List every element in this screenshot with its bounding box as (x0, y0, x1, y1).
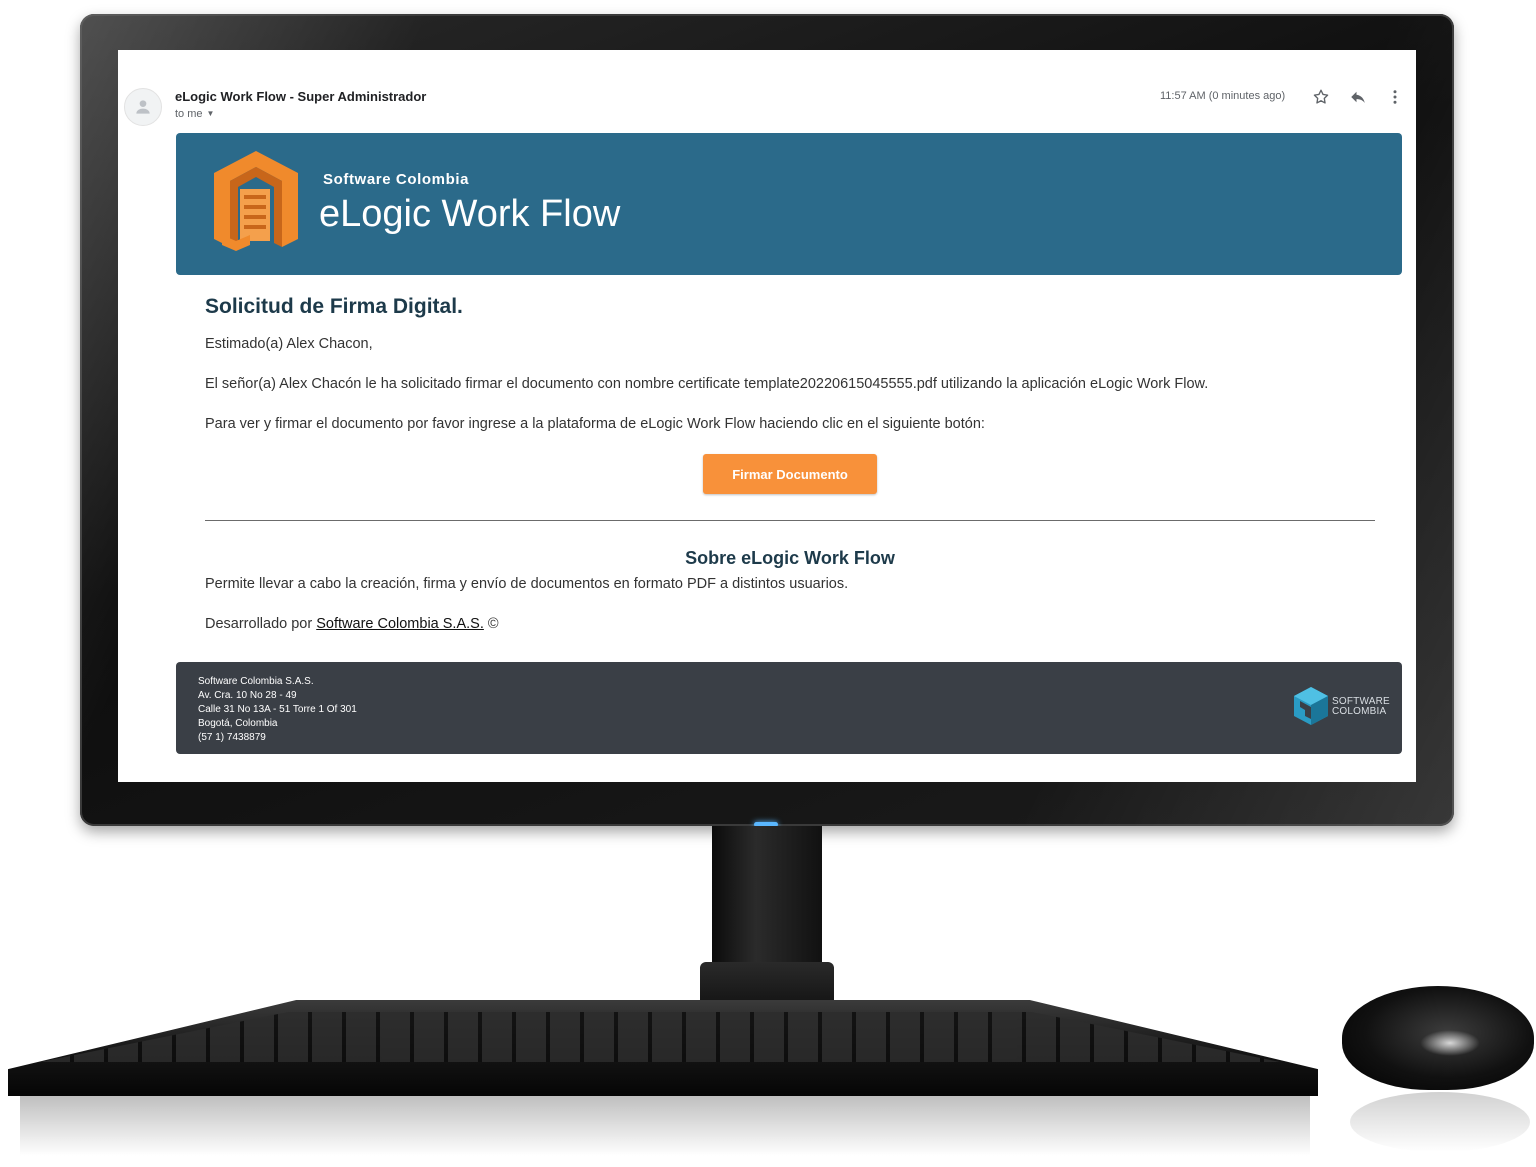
email-banner: Software Colombia eLogic Work Flow (176, 133, 1402, 275)
developer-link[interactable]: Software Colombia S.A.S. (316, 616, 484, 632)
star-button[interactable] (1310, 86, 1332, 108)
footer-line: Bogotá, Colombia (198, 718, 278, 729)
developed-by-line: Desarrollado por Software Colombia S.A.S… (205, 616, 499, 632)
about-description: Permite llevar a cabo la creación, firma… (205, 576, 849, 592)
sender-name[interactable]: eLogic Work Flow - Super Administrador (175, 89, 426, 104)
monitor-stand-neck (712, 826, 822, 976)
footer-line: (57 1) 7438879 (198, 732, 266, 743)
instruction-text: Para ver y firmar el documento por favor… (205, 416, 985, 432)
copyright-symbol: © (487, 616, 499, 632)
logo-text-line: COLOMBIA (1332, 706, 1387, 717)
mouse-reflection (1350, 1092, 1530, 1152)
chevron-down-icon: ▼ (206, 109, 215, 118)
about-title: Sobre eLogic Work Flow (685, 548, 895, 568)
recipient-details[interactable]: to me ▼ (175, 108, 214, 120)
greeting-text: Estimado(a) Alex Chacon, (205, 336, 373, 352)
email-timestamp: 11:57 AM (0 minutes ago) (1160, 90, 1286, 102)
email-title: Solicitud de Firma Digital. (205, 295, 463, 318)
banner-company-name: Software Colombia (323, 171, 470, 188)
footer-line: Av. Cra. 10 No 28 - 49 (198, 690, 297, 701)
more-options-button[interactable] (1384, 86, 1406, 108)
banner-product-name: eLogic Work Flow (319, 193, 621, 235)
footer-line: Software Colombia S.A.S. (198, 676, 314, 687)
software-colombia-logo: SOFTWARE COLOMBIA (1292, 685, 1390, 729)
footer-logo-text: SOFTWARE COLOMBIA (1332, 697, 1390, 717)
footer-address: Software Colombia S.A.S. Av. Cra. 10 No … (198, 675, 357, 745)
star-icon (1313, 89, 1329, 104)
sender-avatar[interactable] (124, 88, 162, 126)
person-icon (136, 100, 150, 114)
more-vert-icon (1393, 90, 1397, 104)
sign-document-button[interactable]: Firmar Documento (703, 454, 877, 494)
developed-by-label: Desarrollado por (205, 616, 313, 632)
elogic-logo-icon (214, 151, 298, 251)
cube-logo-icon (1294, 687, 1328, 725)
section-divider (205, 520, 1375, 521)
footer-line: Calle 31 No 13A - 51 Torre 1 Of 301 (198, 704, 357, 715)
request-text: El señor(a) Alex Chacón le ha solicitado… (205, 376, 1209, 392)
email-view: eLogic Work Flow - Super Administrador t… (118, 50, 1416, 782)
email-footer: Software Colombia S.A.S. Av. Cra. 10 No … (176, 662, 1402, 754)
keyboard-reflection (20, 1096, 1310, 1156)
reply-button[interactable] (1347, 86, 1369, 108)
mouse-shine (1420, 1030, 1480, 1056)
recipient-label: to me (175, 108, 203, 120)
reply-icon (1351, 91, 1365, 103)
